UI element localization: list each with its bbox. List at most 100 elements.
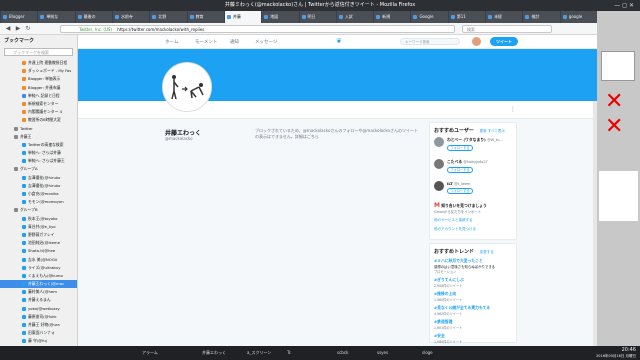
bookmark-item[interactable]: Blogger: 井連市議 <box>0 84 77 92</box>
twitter-search-input[interactable]: キーワード検索 <box>400 38 460 45</box>
profile-avatar[interactable] <box>163 63 211 111</box>
bookmark-item[interactable]: くまえもん(@kumo <box>0 272 77 280</box>
trend-item[interactable]: #鉄道管理 1,601件のツイート <box>430 318 516 332</box>
bookmark-item[interactable]: 内閣閣議センター 4 <box>0 108 77 116</box>
tab[interactable]: 未経 <box>486 11 523 23</box>
bookmark-item[interactable]: 藤原俊司(@fukk <box>0 313 77 321</box>
trend-item[interactable]: #安全 1,080件のツイート <box>430 332 516 346</box>
bookmark-item[interactable]: 吉澤優花(@hiruko <box>0 174 77 182</box>
gmail-sub[interactable]: Gmailから友だちをインポート <box>434 210 481 214</box>
tab[interactable]: 単純な <box>38 11 75 23</box>
tab[interactable]: google <box>560 11 597 23</box>
bookmark-item[interactable]: ライズ(@ultrabuy <box>0 264 77 272</box>
reload-button[interactable]: ↻ <box>24 25 32 33</box>
taskbar-task[interactable]: ssyes <box>365 348 388 358</box>
trend-item[interactable]: #推移の上向 1,960件のツイート <box>430 290 516 304</box>
bookmark-item[interactable]: 井藤えるまん <box>0 296 77 304</box>
taskbar-task[interactable]: 井藤エわっく <box>190 348 226 358</box>
bookmark-folder[interactable]: 井藤王 <box>0 133 77 141</box>
browser-search-input[interactable]: 検索 <box>462 25 552 33</box>
wtf-title: おすすめユーザー 更新 すべて表示 <box>430 123 516 134</box>
bookmark-item[interactable]: 単純へ 記録と日程 <box>0 92 77 100</box>
bookmark-item[interactable]: 新規検索センター <box>0 100 77 108</box>
bookmark-item[interactable]: 池田純治(@ikeme <box>0 239 77 247</box>
bookmark-item[interactable]: yoko(@wetkozzy <box>0 305 77 313</box>
tab[interactable]: 第11 <box>448 11 486 23</box>
bookmark-search-input[interactable]: ブックマークを検索 <box>4 48 73 56</box>
tab[interactable]: Google <box>411 11 448 23</box>
nav-notifications[interactable]: 通知 <box>230 39 239 45</box>
tab[interactable]: 検討 <box>523 11 560 23</box>
bookmark-item[interactable]: Blogger: 単価表示 <box>0 75 77 83</box>
tweet-button[interactable]: ツイート <box>490 37 518 46</box>
user-avatar-icon[interactable] <box>434 159 444 169</box>
trends-change-link[interactable]: 変更する <box>480 250 494 254</box>
bookmark-item[interactable]: 吉水 美(@NOGU <box>0 256 77 264</box>
taskbar-task[interactable]: sloge <box>410 348 433 358</box>
bookmark-item[interactable]: Twitterの高速な検索 <box>0 141 77 149</box>
tab[interactable]: 最後の <box>75 11 112 23</box>
nav-moments[interactable]: モーメント <box>195 39 217 45</box>
bookmark-item[interactable]: 青谷井(@e_kyo <box>0 223 77 231</box>
user-avatar[interactable] <box>472 37 481 46</box>
bookmark-item[interactable]: 教習所の8時間大変 <box>0 116 77 124</box>
bookmark-item[interactable]: ダッシュボード - My Fas <box>0 67 77 75</box>
bookmark-item[interactable]: 田東園バンナォ <box>0 329 77 337</box>
tab[interactable]: 地図 <box>262 11 299 23</box>
bookmark-item[interactable]: 吉澤優花(@hiruko <box>0 182 77 190</box>
more-options-icon[interactable]: ⋮ <box>510 106 516 113</box>
taskbar-clock[interactable]: 20:46 2016年05月16日 月曜日 <box>596 347 636 359</box>
url-bar[interactable]: Twitter, Inc. (US) https://twitter.com/m… <box>60 25 455 33</box>
trend-item[interactable]: #ミハに秋月で大変ったこと 感想のはい意味さも知らぬばかりできる プロモーション <box>430 257 516 276</box>
bookmark-item[interactable]: 藤 守(@fuj <box>0 337 77 345</box>
tab[interactable]: 水前寺 <box>112 11 150 23</box>
follow-button[interactable]: フォローする <box>447 188 473 194</box>
tab[interactable]: 井藤 <box>224 11 262 23</box>
taskbar-task[interactable]: a_スクリーン <box>235 348 271 358</box>
taskbar-task[interactable]: Tc <box>275 348 291 358</box>
tab[interactable]: 新規 <box>374 11 411 23</box>
wtf-user-name[interactable]: ILT @t_ileem <box>447 181 473 186</box>
nav-home[interactable]: ホーム <box>165 39 178 45</box>
bookmark-item[interactable]: 井藤王わっく(@mac <box>0 280 77 289</box>
wtf-user-name[interactable]: こたべる @kaikyjn6s27 <box>447 159 488 165</box>
user-avatar-icon[interactable] <box>434 181 444 191</box>
connect-services-link[interactable]: 他のサービスと接続する <box>430 216 516 225</box>
bookmark-folder[interactable]: グループB <box>0 206 77 214</box>
twitter-logo-icon[interactable]: ❦ <box>336 38 344 45</box>
tab[interactable]: 入試 <box>336 11 374 23</box>
bookmark-item[interactable]: モモン(@momoyon <box>0 198 77 206</box>
tab[interactable]: Blogger <box>1 11 38 23</box>
back-button[interactable]: ◀ <box>4 25 12 33</box>
bookmark-item[interactable]: 単純へ: さらば井藤王 <box>0 157 77 165</box>
favicon-icon <box>22 241 26 246</box>
bookmark-item[interactable]: 井藤王 好物(@ura <box>0 321 77 329</box>
bookmark-item[interactable]: 井達上院 運動教授日程 <box>0 59 77 67</box>
gmail-import[interactable]: M 知り合いを見つけましょう Gmailから友だちをインポート <box>430 200 516 216</box>
bookmark-item[interactable]: 藤村美人(@hem <box>0 288 77 296</box>
tab[interactable]: 明日 <box>299 11 336 23</box>
find-accounts-link[interactable]: 他のアカウントを見つける <box>430 225 516 234</box>
user-avatar-icon[interactable] <box>434 137 444 147</box>
bookmark-folder[interactable]: Twitter <box>0 125 77 133</box>
bookmark-folder[interactable]: グループA <box>0 165 77 173</box>
window-controls[interactable]: — ◻ ✕ <box>614 2 634 9</box>
bookmark-item[interactable]: Shota-ti(@hee <box>0 247 77 255</box>
follow-button[interactable]: フォローする <box>447 167 473 173</box>
favicon-icon <box>22 273 26 278</box>
bookmark-item[interactable]: 野野暮ガフレイ <box>0 231 77 239</box>
wtf-user-name[interactable]: わとべー (ワタなまり) @W_tu... <box>447 137 503 143</box>
bookmark-item[interactable]: 秋本王(@toyoko <box>0 215 77 223</box>
follow-button[interactable]: フォローする <box>447 145 473 151</box>
taskbar-task[interactable]: scbck <box>325 348 348 358</box>
nav-messages[interactable]: メッセージ <box>255 39 277 45</box>
taskbar-task[interactable]: アラーム <box>130 348 158 358</box>
wtf-links[interactable]: 更新 すべて表示 <box>480 129 505 133</box>
tab[interactable]: 北野 <box>150 11 187 23</box>
trend-item[interactable]: #見なく公開が全てる実力もてる 4,962件のツイート <box>430 304 516 318</box>
tab[interactable]: 教育 <box>187 11 224 23</box>
bookmark-item[interactable]: 単純へ: さらば井藤 <box>0 149 77 157</box>
bookmark-item[interactable]: 小倉充(@monika <box>0 190 77 198</box>
trend-item[interactable]: #ぎりてんにしぶ 2,908件のツイート <box>430 276 516 290</box>
forward-button[interactable]: ▶ <box>14 25 22 33</box>
